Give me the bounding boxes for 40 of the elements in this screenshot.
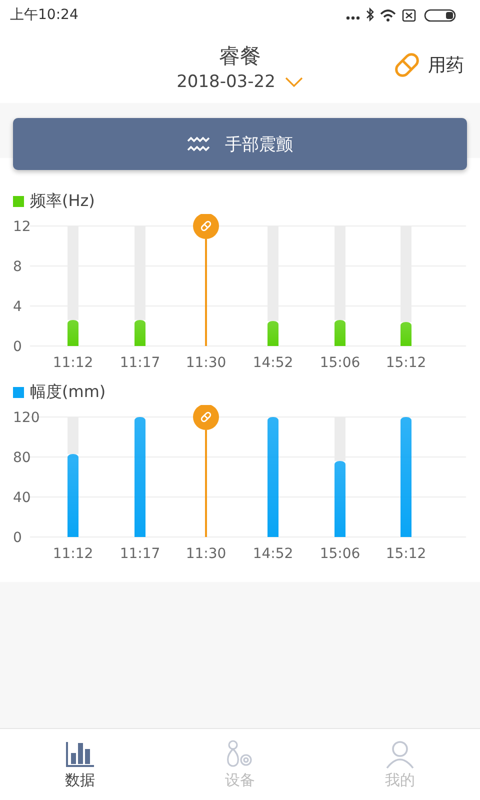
pill-icon [392,50,422,80]
user-icon [385,739,415,769]
axis-label: 15:06 [320,355,360,371]
axis-label: 11:12 [52,546,94,562]
pill-marker-icon[interactable] [193,214,219,239]
axis-label: 11:30 [186,355,226,371]
axis-label: 40 [13,490,31,506]
mode-button[interactable]: 手部震颤 [13,118,467,170]
axis-label: 4 [13,299,22,315]
axis-label: 0 [13,339,22,355]
axis-label: 15:12 [386,546,426,562]
axis-label: 8 [13,259,22,275]
axis-label: 80 [13,450,31,466]
chevron-down-icon [285,76,304,86]
date-picker[interactable]: 2018-03-22 [176,72,304,92]
axis-label: 11:12 [52,355,94,371]
bar-chart-icon [65,739,95,769]
bar [134,320,146,346]
legend-label: 频率(Hz) [30,190,95,212]
wave-icon [187,136,211,152]
pill-marker-icon[interactable] [193,405,219,430]
axis-label: 11:30 [186,546,226,562]
axis-label: 120 [13,410,40,426]
bar [400,322,412,346]
axis-label: 0 [13,530,22,546]
axis-label: 14:52 [252,546,294,562]
axis-label: 15:06 [320,546,360,562]
medication-button[interactable]: 用药 [392,50,464,80]
nav-tab[interactable]: 数据 [0,729,160,800]
status-time: 上午10:24 [10,6,78,24]
bar [268,321,278,346]
axis-label: 12 [13,219,31,235]
bar [334,320,346,346]
legend-label: 幅度(mm) [30,382,106,402]
axis-label: 15:12 [386,355,426,371]
page-title: 睿餐 [218,42,261,70]
axis-label: 14:52 [252,355,294,371]
bar [68,320,78,346]
axis-label: 11:17 [120,355,160,371]
axis-label: 11:17 [120,546,160,562]
